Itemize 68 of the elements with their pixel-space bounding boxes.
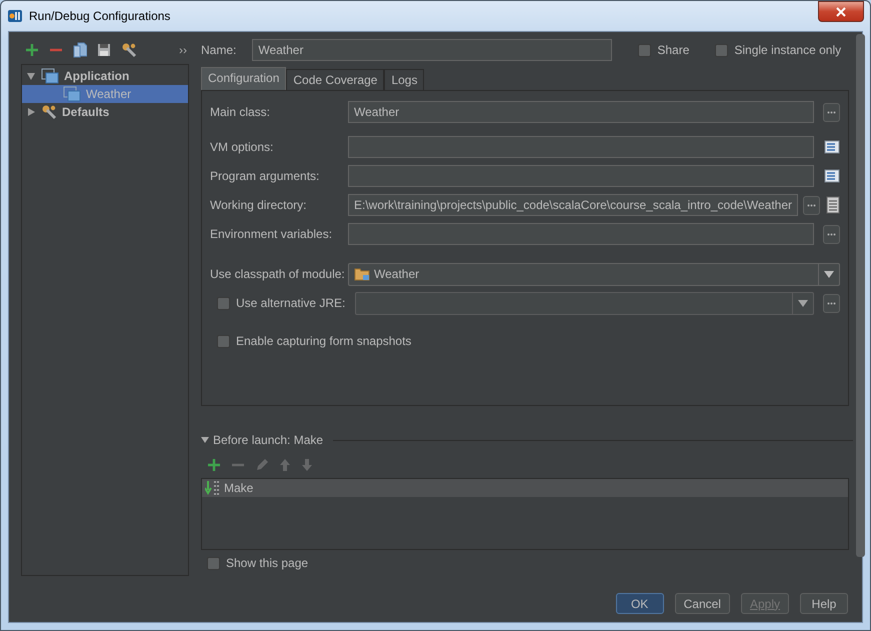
browse-button[interactable] (823, 224, 840, 244)
checkbox[interactable] (217, 296, 230, 310)
expanded-arrow-icon[interactable] (201, 437, 209, 443)
input-field[interactable] (348, 165, 814, 187)
dialog-button[interactable]: Cancel (674, 593, 730, 614)
save-icon[interactable] (97, 43, 111, 57)
tree-item[interactable]: Defaults (22, 103, 188, 121)
window-icon (63, 86, 81, 102)
expand-text-icon[interactable] (824, 139, 840, 155)
more-button[interactable]: ›› (179, 43, 187, 57)
tab[interactable]: Code Coverage (286, 69, 384, 90)
section-title[interactable]: Before launch: Make (213, 433, 324, 447)
input-field[interactable] (348, 223, 814, 245)
field-label: Environment variables: (210, 227, 334, 241)
make-icon (205, 481, 221, 495)
input-field[interactable] (348, 136, 814, 158)
dropdown-arrow-icon (798, 300, 808, 306)
field-label: Working directory: (210, 198, 308, 212)
field-label: Program arguments: (210, 169, 320, 183)
name-field[interactable]: Weather (252, 39, 612, 61)
input-field[interactable]: E:\work\training\projects\public_code\scalaCore\course_scala_intro_code\Weather (348, 194, 798, 216)
field-label: Main class: (210, 105, 272, 119)
app-logo-icon (7, 8, 23, 24)
dots-icon (827, 110, 836, 114)
scrollbar[interactable] (856, 34, 866, 557)
input-field[interactable]: Weather (348, 101, 814, 123)
checkbox[interactable] (638, 44, 652, 56)
dropdown-value: Weather (374, 267, 420, 281)
checkbox-label: Single instance only (734, 43, 842, 57)
collapsed-arrow-icon[interactable] (26, 107, 36, 117)
checkbox-label: Enable capturing form snapshots (236, 334, 412, 348)
folder-icon (354, 267, 370, 281)
field-label: Use classpath of module: (210, 267, 346, 281)
dialog-button[interactable]: Help (800, 593, 848, 614)
checkbox-label: Share (657, 43, 690, 57)
wrench-icon[interactable] (121, 42, 137, 58)
dropdown-arrow-icon (824, 270, 834, 278)
copy-icon[interactable] (73, 42, 87, 58)
dots-icon (827, 302, 836, 304)
dialog-button[interactable]: OK (616, 593, 664, 614)
task-item[interactable]: Make (202, 479, 848, 497)
add-icon[interactable] (207, 458, 221, 472)
checkbox-label: Use alternative JRE: (236, 296, 346, 310)
module-dropdown[interactable]: Weather (348, 262, 840, 286)
expand-text-icon[interactable] (824, 168, 840, 184)
document-icon[interactable] (826, 196, 840, 214)
close-button[interactable] (818, 1, 864, 22)
window-icon (41, 68, 59, 84)
checkbox-label: Show this page (226, 556, 308, 570)
name-label: Name: (201, 43, 236, 57)
browse-button[interactable] (823, 294, 840, 312)
tab[interactable]: Configuration (201, 67, 286, 90)
expanded-arrow-icon[interactable] (26, 71, 36, 81)
tree-item[interactable]: Application (22, 67, 188, 85)
add-icon[interactable] (25, 43, 39, 57)
dots-icon (807, 204, 816, 206)
tree-item[interactable]: Weather (22, 85, 188, 103)
wrench-icon (41, 104, 57, 120)
checkbox[interactable] (207, 556, 220, 570)
checkbox[interactable] (715, 44, 728, 56)
browse-button[interactable] (823, 102, 840, 122)
dots-icon (827, 232, 836, 236)
browse-button[interactable] (803, 196, 820, 214)
window-title: Run/Debug Configurations (29, 9, 172, 23)
field-label: VM options: (210, 140, 274, 154)
close-icon (835, 6, 847, 16)
checkbox[interactable] (217, 334, 230, 348)
tab[interactable]: Logs (384, 69, 424, 90)
